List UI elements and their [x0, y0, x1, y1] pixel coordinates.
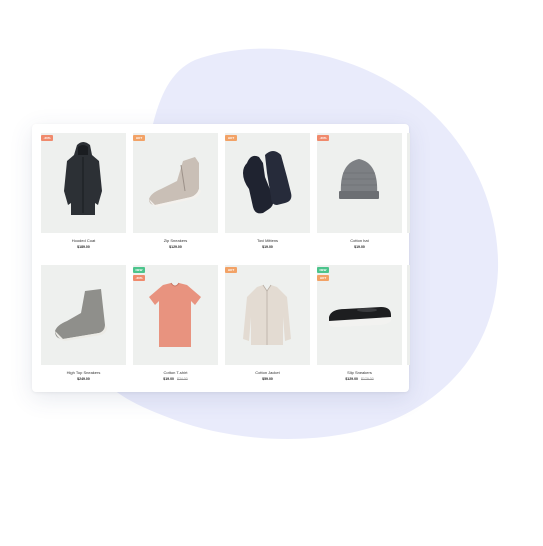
product-card[interactable]: NEW HOT Slip Sneakers $129.00 $179.00 — [317, 265, 402, 387]
beanie-icon — [339, 159, 379, 199]
product-image[interactable] — [41, 265, 126, 365]
product-card[interactable]: -20% Cotton hat $19.00 — [317, 133, 402, 255]
new-badge: NEW — [317, 267, 329, 273]
badge-group: -20% — [41, 135, 53, 141]
product-card[interactable]: NEW -20% Cotton T-shirt $19.00 $24.00 — [133, 265, 218, 387]
coat-icon — [64, 142, 102, 215]
product-price: $19.00 — [163, 377, 174, 381]
product-card[interactable]: High Top Sneakers $249.00 — [41, 265, 126, 387]
product-card[interactable]: HOT Zip Sneakers $129.00 — [133, 133, 218, 255]
hot-badge: HOT — [133, 135, 145, 141]
product-card[interactable]: -20% Hooded Coat $189.00 — [41, 133, 126, 255]
boot-icon — [55, 289, 107, 341]
slipon-icon — [329, 307, 391, 327]
badge-group: NEW -20% — [133, 267, 145, 281]
tshirt-icon — [149, 282, 201, 347]
product-price: $189.00 — [77, 245, 90, 249]
product-price: $19.00 — [354, 245, 365, 249]
product-price: $19.00 — [262, 245, 273, 249]
product-image[interactable]: -20% — [317, 133, 402, 233]
badge-group: HOT — [225, 267, 237, 273]
sneaker-icon — [149, 157, 201, 207]
hot-badge: HOT — [225, 267, 237, 273]
product-grid: -20% Hooded Coat $189.00 HOT Zip Sneaker… — [41, 133, 402, 387]
next-product-edge — [407, 265, 410, 365]
sale-badge: -20% — [41, 135, 53, 141]
product-image[interactable]: HOT — [225, 265, 310, 365]
next-product-edge — [407, 133, 410, 233]
new-badge: NEW — [133, 267, 145, 273]
product-image[interactable]: NEW -20% — [133, 265, 218, 365]
product-card[interactable]: HOT Tovi Mittens $19.00 — [225, 133, 310, 255]
sale-badge: -20% — [133, 275, 145, 281]
product-price: $129.00 — [345, 377, 358, 381]
product-image[interactable]: NEW HOT — [317, 265, 402, 365]
sale-badge: -20% — [317, 135, 329, 141]
product-image[interactable]: HOT — [225, 133, 310, 233]
product-price: $249.00 — [77, 377, 90, 381]
hot-badge: HOT — [225, 135, 237, 141]
badge-group: HOT — [225, 135, 237, 141]
hot-badge: HOT — [317, 275, 329, 281]
badge-group: HOT — [133, 135, 145, 141]
product-price: $129.00 — [169, 245, 182, 249]
badge-group: -20% — [317, 135, 329, 141]
jacket-icon — [243, 284, 291, 345]
badge-group: NEW HOT — [317, 267, 329, 281]
mittens-icon — [243, 151, 292, 214]
product-image[interactable]: HOT — [133, 133, 218, 233]
product-price: $59.00 — [262, 377, 273, 381]
product-card[interactable]: HOT Cotton Jacket $59.00 — [225, 265, 310, 387]
product-old-price: $24.00 — [177, 377, 188, 381]
product-old-price: $179.00 — [361, 377, 374, 381]
product-grid-card: -20% Hooded Coat $189.00 HOT Zip Sneaker… — [32, 124, 410, 392]
product-image[interactable]: -20% — [41, 133, 126, 233]
